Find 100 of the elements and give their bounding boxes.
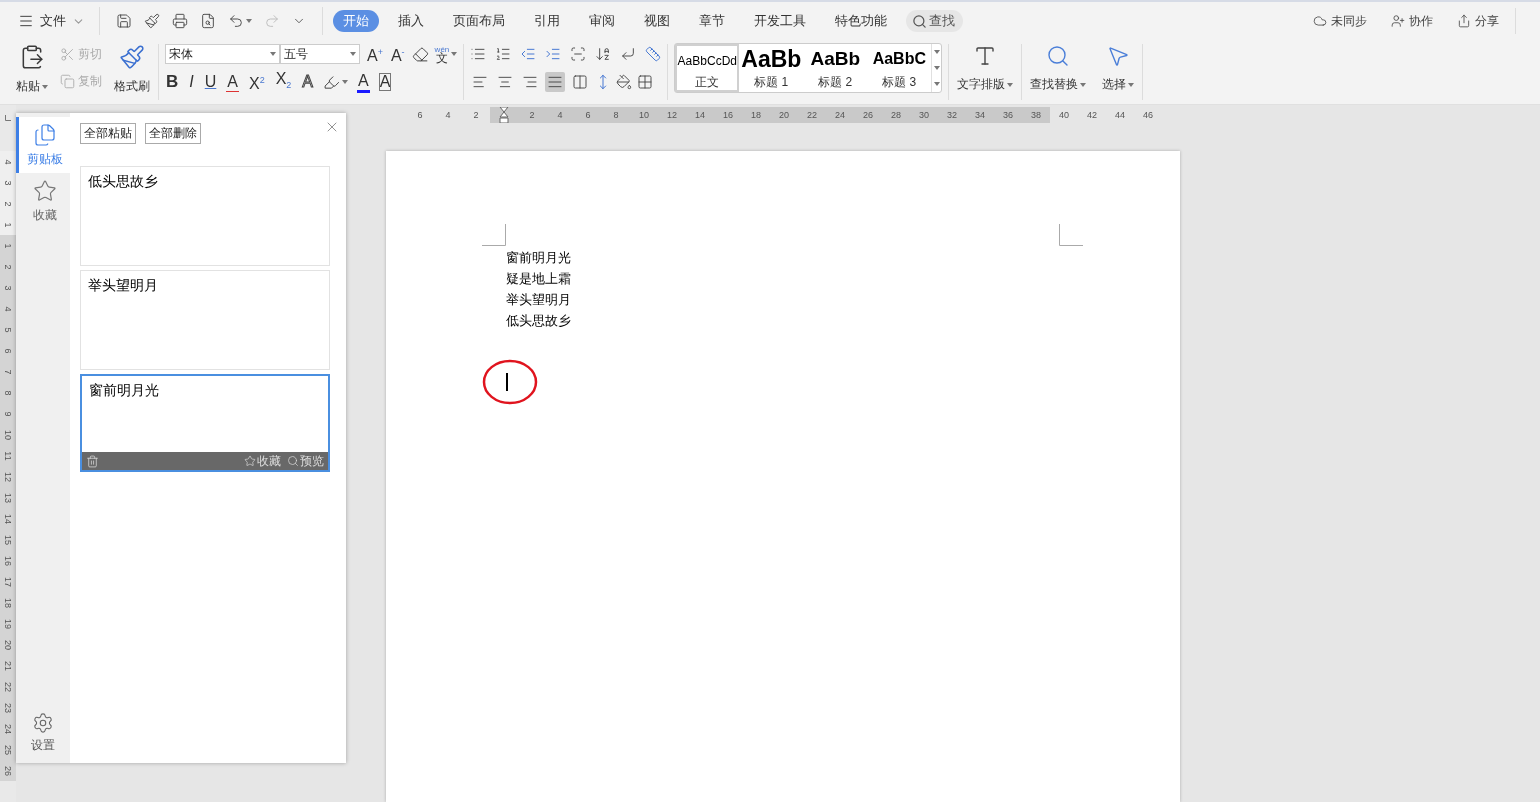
collaborate-button[interactable]: 协作: [1385, 11, 1439, 31]
script-button[interactable]: X$^{2}$: [247, 70, 266, 94]
ribbon-tab[interactable]: 开发工具: [744, 10, 816, 32]
share-button[interactable]: 分享: [1451, 11, 1505, 31]
font-size-select[interactable]: 五号: [280, 44, 360, 64]
caret-icon[interactable]: [1080, 82, 1087, 87]
ruler-number: 14: [695, 110, 705, 120]
clipboard-item[interactable]: 窗前明月光 收藏 预览: [80, 374, 330, 472]
print-icon[interactable]: [172, 13, 188, 29]
ribbon-tab[interactable]: 页面布局: [443, 10, 515, 32]
save-icon[interactable]: [116, 13, 132, 29]
shrink-font-button[interactable]: A$^{-}$: [389, 42, 406, 66]
ruler-number: 4: [557, 110, 563, 120]
ruler-number: 11: [3, 450, 13, 461]
text-layout-button[interactable]: 文字排版: [955, 42, 1016, 93]
ruler-number: 3: [3, 180, 13, 185]
grow-font-button[interactable]: A$^{+}$: [366, 42, 384, 66]
underline-button[interactable]: U: [203, 73, 218, 91]
ribbon-tab[interactable]: 引用: [524, 10, 570, 32]
highlighter-icon[interactable]: [323, 73, 340, 91]
undo-icon[interactable]: [228, 13, 244, 29]
settings-button[interactable]: 设置: [16, 711, 70, 755]
caret-icon[interactable]: [1007, 82, 1014, 87]
clipboard-item[interactable]: 举头望明月: [80, 270, 330, 370]
paste-button[interactable]: 粘贴: [14, 42, 50, 95]
print-preview-icon[interactable]: [200, 13, 216, 29]
indent-marker-icon[interactable]: [499, 107, 509, 123]
eraser-icon[interactable]: [411, 45, 429, 63]
expand-caret-icon[interactable]: [933, 82, 940, 86]
italic-button[interactable]: I: [188, 73, 195, 91]
clipboard-item[interactable]: 低头思故乡: [80, 166, 330, 266]
ruler-number: 2: [3, 201, 13, 206]
layout-icon[interactable]: [570, 46, 587, 62]
preview-button[interactable]: 预览: [287, 452, 324, 470]
caret-icon[interactable]: [451, 52, 458, 56]
scroll-caret-icon[interactable]: [933, 50, 940, 54]
ruler-corner-icon: [5, 115, 11, 121]
search-button[interactable]: 查找: [906, 10, 963, 32]
ruler-number: 34: [975, 110, 985, 120]
clip-text: 窗前明月光: [89, 382, 159, 400]
format-painter-button[interactable]: 格式刷: [112, 42, 152, 95]
dropdown-caret-icon[interactable]: [350, 52, 356, 56]
line-break-icon[interactable]: [620, 46, 637, 62]
justify-align-button[interactable]: [545, 72, 566, 92]
delete-all-button[interactable]: 全部删除: [145, 123, 201, 144]
trash-icon[interactable]: [86, 454, 99, 468]
sort-icon[interactable]: [595, 46, 612, 62]
scroll-caret-icon[interactable]: [933, 66, 940, 70]
favorite-button[interactable]: 收藏: [244, 452, 281, 470]
panel-tab[interactable]: 收藏: [16, 173, 70, 229]
ruler-number: 21: [3, 660, 13, 671]
shading-icon[interactable]: [616, 74, 633, 90]
sync-button[interactable]: 未同步: [1307, 11, 1373, 31]
ruler-number: 2: [529, 110, 535, 120]
ribbon-tab[interactable]: 章节: [689, 10, 735, 32]
ruler-number: 12: [3, 471, 13, 482]
ruler-number: 13: [3, 492, 13, 503]
brush-icon[interactable]: [144, 13, 160, 29]
script-button[interactable]: X$_{2}$: [274, 69, 293, 95]
ruler-number: 6: [3, 348, 13, 353]
caret-icon[interactable]: [42, 84, 48, 89]
font-color-button[interactable]: A: [357, 71, 370, 93]
ruler-number: 38: [1031, 110, 1041, 120]
ribbon-tab[interactable]: 审阅: [579, 10, 625, 32]
ruler-icon[interactable]: [645, 46, 662, 62]
ruler-number: 6: [585, 110, 591, 120]
style-preset[interactable]: AaBbCcDd 正文: [675, 44, 740, 92]
bullet-list-icon[interactable]: [470, 46, 487, 62]
ruler-number: 9: [3, 411, 13, 416]
font-name-select[interactable]: 宋体: [165, 44, 280, 64]
indent-icon[interactable]: [545, 46, 562, 62]
find-replace-button[interactable]: 查找替换: [1028, 42, 1089, 93]
strikethrough-button[interactable]: A: [226, 72, 239, 92]
star-icon: [244, 455, 256, 467]
text-effect-button[interactable]: A: [301, 73, 314, 91]
outdent-icon[interactable]: [520, 46, 537, 62]
ruler-number: 28: [891, 110, 901, 120]
dropdown-caret-icon[interactable]: [270, 52, 276, 56]
caret-icon[interactable]: [342, 80, 348, 84]
border-icon[interactable]: [637, 74, 654, 90]
ruler-number: 16: [3, 555, 13, 566]
file-menu[interactable]: 文件: [14, 12, 89, 30]
document-line: 举头望明月: [506, 291, 572, 309]
numbered-list-icon[interactable]: [495, 46, 512, 62]
bold-button[interactable]: B: [165, 73, 180, 91]
ruler-number: 8: [613, 110, 619, 120]
character-border-button[interactable]: A: [378, 73, 392, 91]
select-button[interactable]: 选择: [1100, 42, 1137, 93]
paintbrush-icon: [119, 44, 145, 70]
ribbon-tab[interactable]: 视图: [634, 10, 680, 32]
ribbon-tab[interactable]: 插入: [388, 10, 434, 32]
ruler-number: 2: [473, 110, 479, 120]
caret-icon[interactable]: [1128, 82, 1135, 87]
copy-icon: [60, 74, 75, 89]
ribbon-tab[interactable]: 特色功能: [825, 10, 897, 32]
ruler-number: 16: [723, 110, 733, 120]
panel-tab[interactable]: 剪贴板: [16, 117, 70, 173]
caret-icon[interactable]: [246, 19, 252, 23]
phonetic-guide-button[interactable]: wén 文: [434, 45, 450, 63]
paste-all-button[interactable]: 全部粘贴: [80, 123, 136, 144]
